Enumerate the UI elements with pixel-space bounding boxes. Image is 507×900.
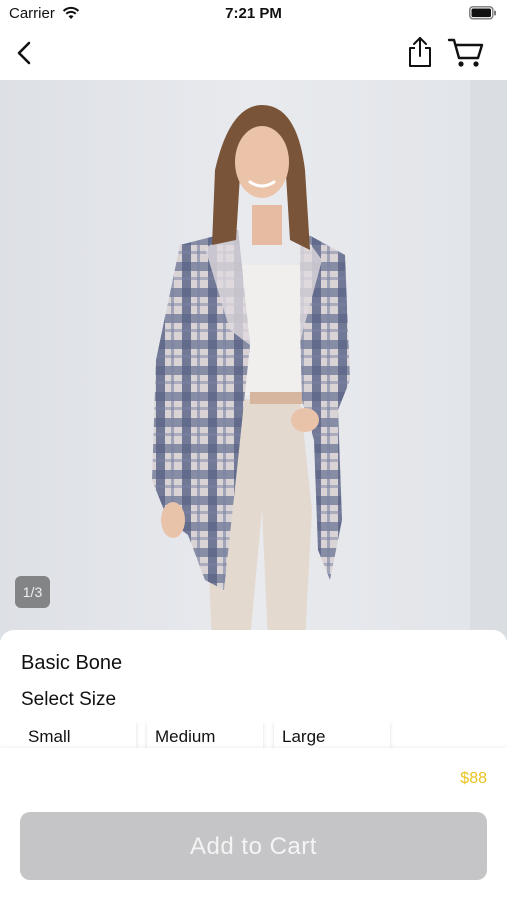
status-time: 7:21 PM [225,5,282,22]
share-button[interactable] [404,34,436,70]
product-title: Basic Bone [21,652,123,674]
image-page-indicator: 1/3 [15,576,50,608]
cart-button[interactable] [446,34,486,70]
product-price: $88 [460,770,487,787]
back-button[interactable] [12,38,40,68]
select-size-heading: Select Size [21,689,117,710]
cart-icon [447,38,484,67]
share-icon [409,37,431,67]
status-bar: Carrier 7:21 PM [0,0,507,28]
product-photo [0,80,507,640]
battery-icon [469,6,496,20]
chevron-left-icon [17,41,31,65]
nav-bar [0,28,507,80]
purchase-footer: $88 Add to Cart [0,748,507,900]
product-image-gallery[interactable] [0,80,507,640]
add-to-cart-button[interactable]: Add to Cart [20,812,487,880]
